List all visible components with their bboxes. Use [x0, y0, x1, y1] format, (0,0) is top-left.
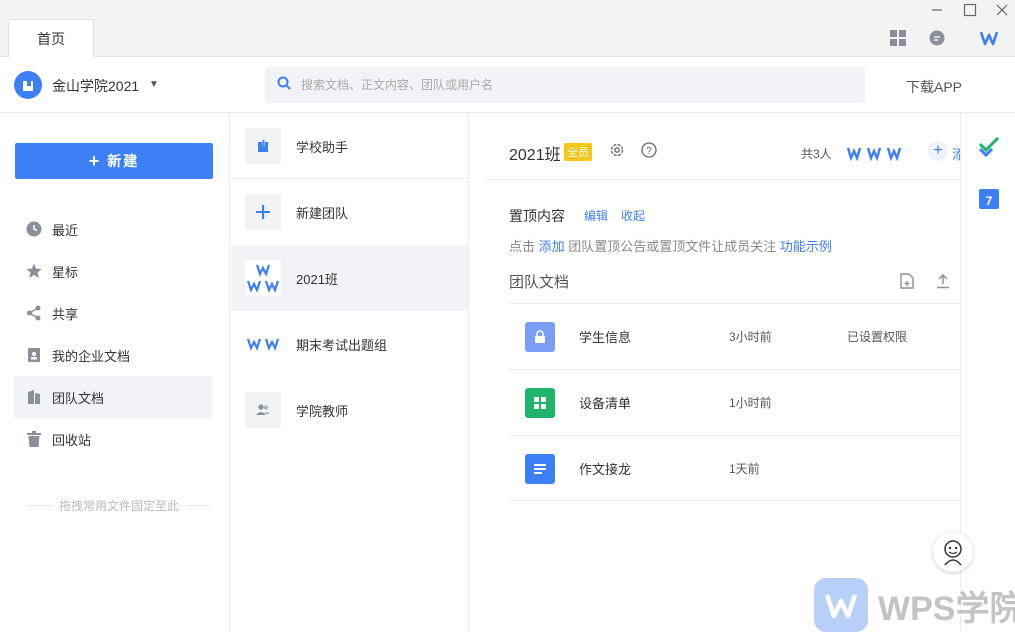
sidebar: + 新建 最近 星标 共享 我的企业文档 团队文档 回收站 拖拽常用文件固定至此 — [0, 113, 230, 632]
plus-icon — [245, 194, 281, 230]
svg-text:?: ? — [646, 146, 652, 157]
pinned-collapse-link[interactable]: 收起 — [621, 207, 645, 224]
spreadsheet-icon — [525, 387, 555, 418]
document-row-equipment-list[interactable]: 设备清单 1小时前 — [509, 369, 960, 435]
enterprise-doc-icon — [26, 347, 42, 363]
team-docs-title: 团队文档 — [509, 274, 570, 291]
task-check-icon[interactable] — [978, 136, 1000, 162]
maximize-icon[interactable] — [962, 2, 978, 18]
team-item-exam-group[interactable]: 期末考试出题组 — [231, 311, 468, 377]
upload-icon[interactable] — [936, 273, 950, 294]
team-item-new-team[interactable]: 新建团队 — [231, 179, 468, 245]
header: 金山学院2021 ▼ 下载APP — [0, 57, 1015, 113]
message-icon[interactable] — [929, 30, 945, 51]
gear-icon[interactable] — [609, 142, 625, 163]
wps-logo-icon[interactable] — [979, 30, 999, 51]
pinned-title: 置顶内容 — [509, 208, 565, 224]
team-item-school-assistant[interactable]: 学校助手 — [231, 113, 468, 179]
org-logo-icon[interactable] — [14, 71, 42, 99]
team-detail-panel: 2021班 全员 ? 共3人 + 添 置顶内容 编辑 收起 点击 添加 团队置顶… — [470, 113, 960, 632]
title-bar: 首页 — [0, 0, 1015, 58]
users-icon — [245, 392, 281, 428]
feature-example-link[interactable]: 功能示例 — [780, 239, 832, 254]
member-count: 共3人 — [801, 147, 832, 161]
document-row-essay-relay[interactable]: 作文接龙 1天前 — [509, 435, 960, 501]
locked-folder-icon — [525, 321, 555, 352]
share-icon — [26, 305, 42, 321]
sidebar-item-trash[interactable]: 回收站 — [14, 418, 212, 460]
new-file-icon[interactable] — [900, 273, 914, 294]
new-button[interactable]: + 新建 — [15, 143, 213, 179]
apps-grid-icon[interactable] — [890, 30, 906, 51]
sidebar-item-starred[interactable]: 星标 — [14, 250, 212, 292]
permission-status: 已设置权限 — [847, 330, 908, 344]
team-list: 学校助手 新建团队 2021班 期末考试出题组 学院教师 — [231, 113, 469, 632]
calendar-icon[interactable]: 7 — [979, 189, 999, 209]
star-icon — [26, 263, 42, 279]
pinned-add-link[interactable]: 添加 — [539, 239, 565, 254]
sidebar-item-recent[interactable]: 最近 — [14, 208, 212, 250]
wps-academy-watermark: WPS学院 — [814, 578, 1015, 632]
plus-icon: + — [933, 142, 943, 159]
search-icon — [277, 76, 291, 95]
divider — [509, 500, 960, 501]
sidebar-item-enterprise-docs[interactable]: 我的企业文档 — [14, 334, 212, 376]
close-icon[interactable] — [994, 2, 1010, 18]
chevron-down-icon[interactable]: ▼ — [149, 79, 159, 90]
drag-pin-hint: 拖拽常用文件固定至此 — [28, 497, 211, 514]
plus-icon: + — [88, 150, 102, 171]
divider — [484, 179, 960, 180]
team-item-class-2021[interactable]: 2021班 — [231, 245, 468, 311]
team-doc-icon — [26, 389, 42, 405]
help-icon[interactable]: ? — [641, 142, 657, 163]
sidebar-item-team-docs[interactable]: 团队文档 — [14, 376, 212, 418]
school-assistant-icon — [245, 128, 281, 164]
document-row-student-info[interactable]: 学生信息 3小时前 已设置权限 — [509, 303, 960, 369]
pinned-description: 点击 添加 团队置顶公告或置顶文件让成员关注 功能示例 — [509, 239, 832, 254]
download-app-link[interactable]: 下载APP — [906, 77, 962, 97]
document-icon — [525, 453, 555, 484]
add-member-label[interactable]: 添 — [952, 144, 960, 163]
pinned-edit-link[interactable]: 编辑 — [584, 207, 608, 224]
clock-icon — [26, 221, 42, 237]
org-name[interactable]: 金山学院2021 — [52, 76, 139, 96]
team-title: 2021班 — [509, 147, 561, 164]
minimize-icon[interactable] — [929, 2, 945, 18]
add-member-button[interactable]: + — [928, 141, 948, 161]
tab-home[interactable]: 首页 — [8, 19, 94, 58]
member-avatars[interactable] — [846, 145, 908, 166]
team-avatar-group-icon — [245, 326, 281, 362]
team-avatar-group-icon — [245, 260, 281, 296]
search-bar[interactable] — [265, 67, 865, 103]
trash-icon — [26, 431, 42, 447]
search-input[interactable] — [301, 78, 801, 92]
team-item-teachers[interactable]: 学院教师 — [231, 377, 468, 443]
assistant-avatar-icon[interactable] — [933, 532, 973, 572]
wps-logo-icon — [814, 578, 868, 632]
team-badge: 全员 — [564, 143, 592, 161]
sidebar-item-shared[interactable]: 共享 — [14, 292, 212, 334]
